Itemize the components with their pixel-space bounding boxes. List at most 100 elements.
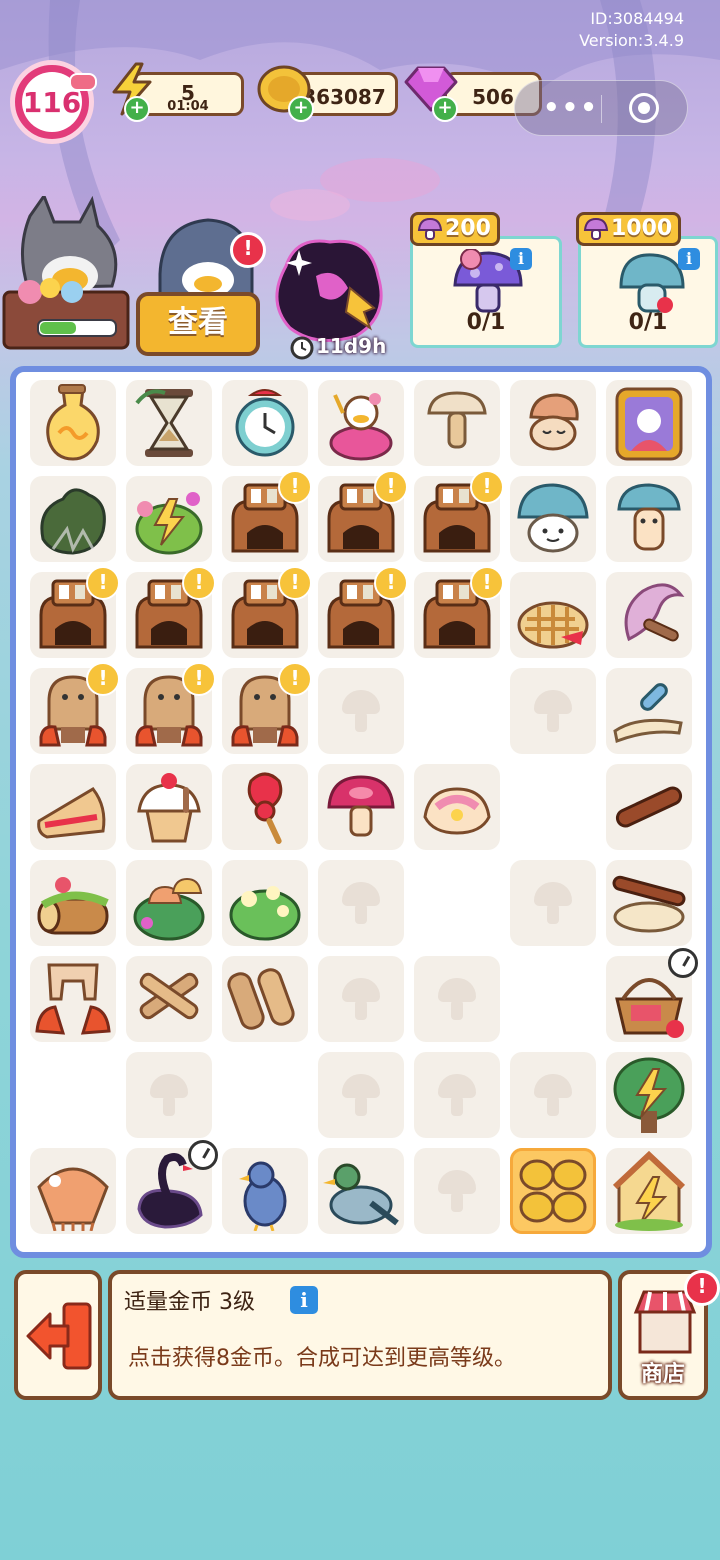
board-cell-3-0[interactable]: ! [30,662,120,754]
board-cell-5-5[interactable] [510,860,596,946]
jam-mushroom-icon [327,775,395,837]
add-gems-button[interactable]: + [432,96,458,122]
board-cell-4-0[interactable] [30,764,116,850]
board-cell-1-2[interactable]: ! [222,470,312,562]
board-cell-0-4[interactable] [414,380,500,466]
order-cost-badge-2: 1000 [576,212,682,246]
board-cell-3-1[interactable]: ! [126,662,216,754]
board-cell-7-1[interactable] [126,1052,212,1138]
board-cell-3-2[interactable]: ! [222,662,312,754]
board-cell-8-0[interactable] [30,1148,116,1234]
add-coins-button[interactable]: + [288,96,314,122]
board-cell-8-1[interactable] [126,1140,218,1234]
board-cell-8-4[interactable] [414,1148,500,1234]
board-cell-6-6[interactable] [606,948,698,1042]
board-cell-1-5[interactable] [510,476,596,562]
board-cell-7-0[interactable] [30,1052,116,1138]
rolling-pin-kit-icon [613,683,683,744]
board-cell-6-2[interactable] [222,956,308,1042]
order-card-1[interactable]: 0/1 [410,236,562,348]
order-info-icon-1[interactable]: i [510,248,532,270]
board-cell-2-0[interactable]: ! [30,566,120,658]
energy-house-icon [612,1151,686,1231]
portrait-frame-icon [615,387,683,461]
board-cell-7-5[interactable] [510,1052,596,1138]
board-cell-0-5[interactable] [510,380,596,466]
candy-stick-icon [247,772,283,844]
board-cell-4-6[interactable] [606,764,692,850]
board-cell-0-6[interactable] [606,380,692,466]
board-cell-6-0[interactable] [30,956,116,1042]
view-button[interactable]: 查看 [136,292,260,356]
item-info-panel: 适量金币 3级 i 点击获得8金币。合成可达到更高等级。 [108,1270,612,1400]
green-bush-icon [229,886,301,941]
board-cell-1-3[interactable]: ! [318,470,408,562]
shawl-icon [37,1167,109,1231]
board-cell-6-5[interactable] [510,956,596,1042]
board-cell-8-2[interactable] [222,1148,308,1234]
wolf-character[interactable] [0,196,140,354]
board-cell-6-1[interactable] [126,956,212,1042]
board-cell-4-1[interactable] [126,764,212,850]
board-cell-0-2[interactable] [222,380,308,466]
board-cell-3-4[interactable] [414,668,500,754]
board-cell-3-6[interactable] [606,668,692,754]
event-portal[interactable] [266,236,392,348]
board-cell-6-4[interactable] [414,956,500,1042]
board-cell-0-0[interactable] [30,380,116,466]
board-cell-4-3[interactable] [318,764,404,850]
order-progress-2: 0/1 [628,310,668,335]
add-energy-button[interactable]: + [124,96,150,122]
board-cell-1-1[interactable] [126,476,212,562]
more-icon[interactable]: ••• [543,93,599,123]
energy-tree-icon [613,1057,685,1133]
wood-logs-icon [227,968,295,1030]
exit-button[interactable] [14,1270,102,1400]
board-cell-2-5[interactable] [510,572,596,658]
item-info-icon[interactable]: i [290,1286,318,1314]
board-cell-8-3[interactable] [318,1148,404,1234]
notification-dot [69,73,97,91]
board-cell-5-2[interactable] [222,860,308,946]
board-cell-4-4[interactable] [414,764,500,850]
board-cell-8-5[interactable] [510,1148,596,1234]
board-cell-2-6[interactable] [606,572,692,658]
board-cell-2-4[interactable]: ! [414,566,504,658]
order-info-icon-2[interactable]: i [678,248,700,270]
lattice-pie-icon [517,601,589,649]
board-cell-5-3[interactable] [318,860,404,946]
board-cell-3-5[interactable] [510,668,596,754]
hourglass-icon [135,389,193,457]
close-target-icon[interactable] [629,93,659,123]
board-cell-1-4[interactable]: ! [414,470,504,562]
shop-button[interactable]: 商店 ! [618,1270,720,1400]
board-cell-7-3[interactable] [318,1052,404,1138]
pie-slice-icon [37,787,106,839]
board-cell-0-1[interactable] [126,380,212,466]
sleepy-mushroom-icon [529,393,579,451]
board-cell-5-0[interactable] [30,860,116,946]
board-cell-5-1[interactable] [126,860,212,946]
board-cell-0-3[interactable] [318,380,404,466]
player-level-badge[interactable]: 116 [10,60,97,144]
board-cell-7-6[interactable] [606,1052,692,1138]
event-timer: 11d9h [316,334,387,358]
board-cell-4-5[interactable] [510,764,596,850]
board-cell-6-3[interactable] [318,956,404,1042]
board-cell-3-3[interactable] [318,668,404,754]
cupcake-icon [137,773,201,843]
board-cell-7-4[interactable] [414,1052,500,1138]
board-cell-5-4[interactable] [414,860,500,946]
leggings-icon [35,963,111,1035]
board-cell-5-6[interactable] [606,860,692,946]
board-cell-8-6[interactable] [606,1148,692,1234]
board-cell-1-0[interactable] [30,476,116,562]
board-cell-1-6[interactable] [606,476,692,562]
board-cell-2-3[interactable]: ! [318,566,408,658]
mushroom-kid-icon [617,483,681,551]
board-cell-2-2[interactable]: ! [222,566,312,658]
ready-badge-icon: ! [182,662,216,696]
board-cell-4-2[interactable] [222,764,308,850]
board-cell-7-2[interactable] [222,1052,308,1138]
board-cell-2-1[interactable]: ! [126,566,216,658]
